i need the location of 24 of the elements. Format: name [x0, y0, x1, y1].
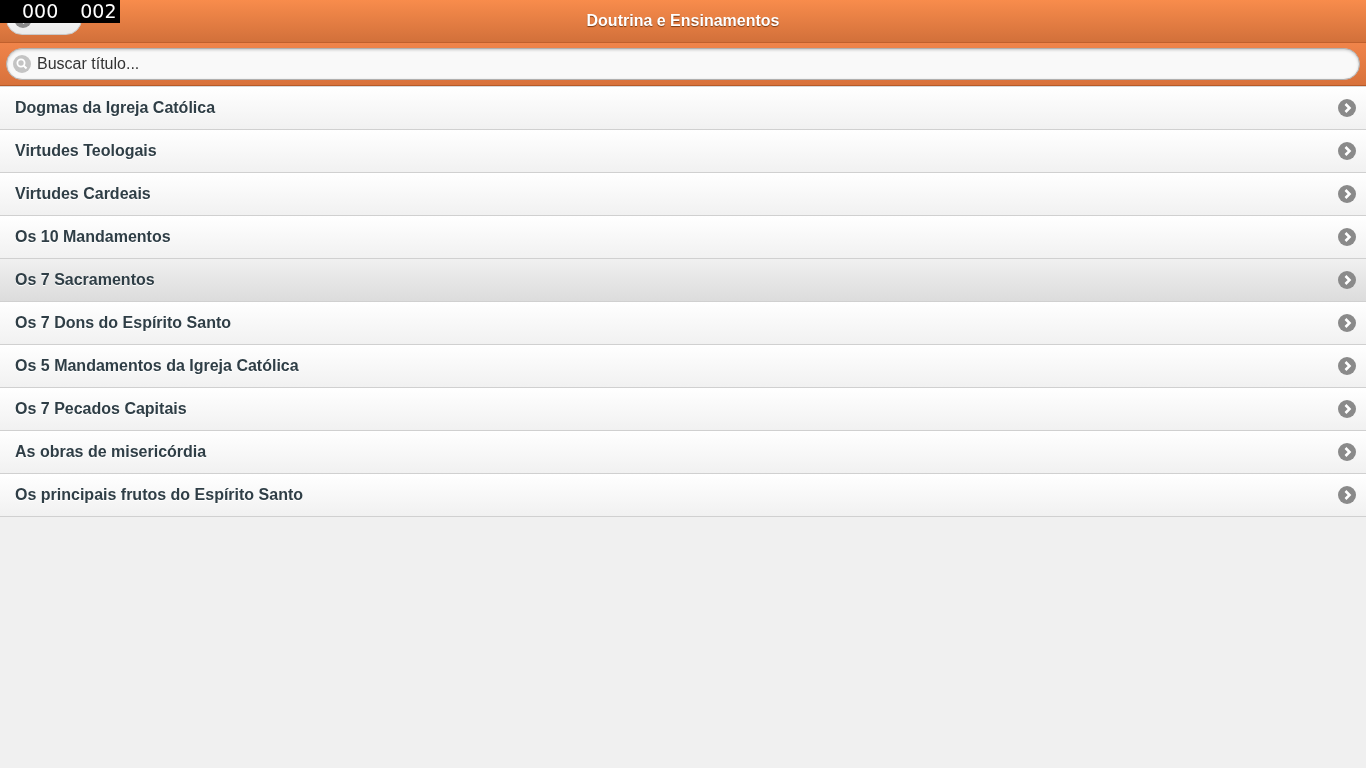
page-title: Doutrina e Ensinamentos — [586, 12, 780, 30]
list-item[interactable]: Os 5 Mandamentos da Igreja Católica — [0, 345, 1366, 388]
list-item[interactable]: Os 7 Pecados Capitais — [0, 388, 1366, 431]
search-icon — [13, 55, 31, 73]
chevron-right-icon — [1338, 228, 1356, 246]
list-item[interactable]: As obras de misericórdia — [0, 431, 1366, 474]
counter-number: 000 — [22, 2, 59, 21]
chevron-right-icon — [1338, 99, 1356, 117]
counter-number: 002 — [80, 2, 117, 21]
chevron-right-icon — [1338, 185, 1356, 203]
list-item[interactable]: Virtudes Cardeais — [0, 173, 1366, 216]
chevron-right-icon — [1338, 357, 1356, 375]
chevron-right-icon — [1338, 314, 1356, 332]
chevron-right-icon — [1338, 486, 1356, 504]
list-item[interactable]: Os 10 Mandamentos — [0, 216, 1366, 259]
list-item[interactable]: Dogmas da Igreja Católica — [0, 87, 1366, 130]
list-item[interactable]: Virtudes Teologais — [0, 130, 1366, 173]
search-field[interactable]: Buscar título... — [6, 48, 1360, 80]
chevron-right-icon — [1338, 142, 1356, 160]
chevron-right-icon — [1338, 400, 1356, 418]
chevron-right-icon — [1338, 271, 1356, 289]
list-item[interactable]: Os principais frutos do Espírito Santo — [0, 474, 1366, 517]
list-item[interactable]: Os 7 Dons do Espírito Santo — [0, 302, 1366, 345]
chevron-right-icon — [1338, 443, 1356, 461]
